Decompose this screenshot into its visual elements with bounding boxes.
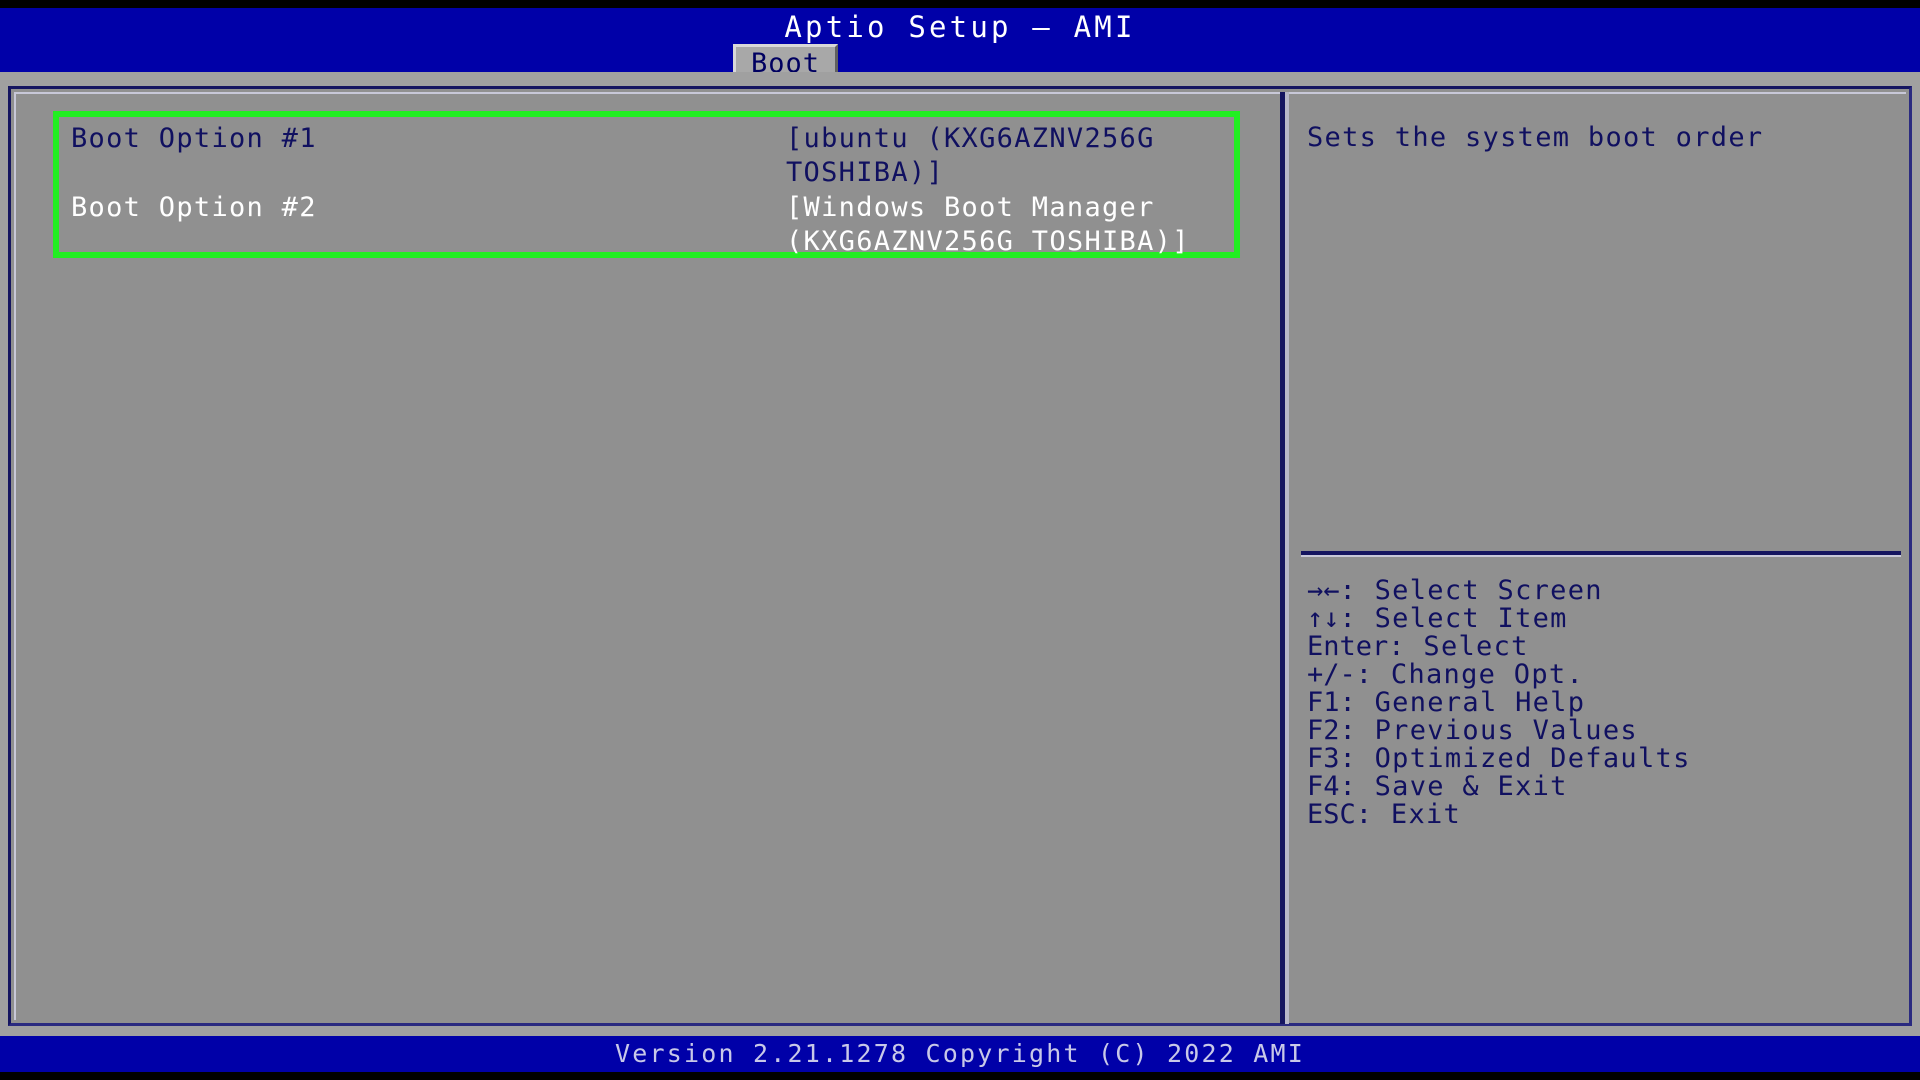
legend-key-f4: F4 xyxy=(1307,771,1340,802)
legend-key-f2: F2 xyxy=(1307,715,1340,746)
legend-label-change-opt: : Change Opt. xyxy=(1355,659,1585,690)
legend-key-enter: Enter xyxy=(1307,631,1389,662)
legend-row-enter: Enter: Select xyxy=(1307,633,1907,661)
legend-key-plus-minus: +/- xyxy=(1307,659,1356,690)
legend-label-select-screen: : Select Screen xyxy=(1339,575,1603,606)
content-frame: Boot Option #1 [ubuntu (KXG6AZNV256G TOS… xyxy=(8,86,1912,1026)
bios-setup-screen: Aptio Setup – AMI Boot Boot Option #1 [u… xyxy=(0,0,1920,1080)
legend-label-save-exit: : Save & Exit xyxy=(1339,771,1568,802)
legend-row-select-screen: →←: Select Screen xyxy=(1307,577,1907,605)
arrow-up-down-icon: ↑↓ xyxy=(1307,603,1340,634)
legend-key-esc: ESC xyxy=(1307,799,1356,830)
help-panel-divider xyxy=(1301,551,1901,557)
legend-label-optimized-defaults: : Optimized Defaults xyxy=(1339,743,1691,774)
boot-option-row-2[interactable]: Boot Option #2 [Windows Boot Manager (KX… xyxy=(16,191,1278,259)
help-panel: Sets the system boot order →←: Select Sc… xyxy=(1293,94,1909,1022)
legend-key-f1: F1 xyxy=(1307,687,1340,718)
legend-row-general-help: F1: General Help xyxy=(1307,689,1907,717)
boot-option-2-value[interactable]: [Windows Boot Manager (KXG6AZNV256G TOSH… xyxy=(786,191,1256,259)
help-description: Sets the system boot order xyxy=(1307,122,1764,153)
boot-options-panel: Boot Option #1 [ubuntu (KXG6AZNV256G TOS… xyxy=(16,94,1278,1022)
legend-row-select-item: ↑↓: Select Item xyxy=(1307,605,1907,633)
legend-label-general-help: : General Help xyxy=(1339,687,1586,718)
legend-label-previous-values: : Previous Values xyxy=(1339,715,1638,746)
boot-option-2-label: Boot Option #2 xyxy=(71,192,317,223)
bottom-black-border xyxy=(0,1072,1920,1080)
main-area: Boot Option #1 [ubuntu (KXG6AZNV256G TOS… xyxy=(0,72,1920,1036)
footer-bar: Version 2.21.1278 Copyright (C) 2022 AMI xyxy=(0,1036,1920,1072)
top-black-border xyxy=(0,0,1920,8)
legend-key-f3: F3 xyxy=(1307,743,1340,774)
legend-label-select-item: : Select Item xyxy=(1339,603,1568,634)
key-legend: →←: Select Screen ↑↓: Select Item Enter:… xyxy=(1307,577,1907,829)
boot-option-1-label: Boot Option #1 xyxy=(71,123,317,154)
legend-label-enter: : Select xyxy=(1388,631,1529,662)
legend-row-change-opt: +/-: Change Opt. xyxy=(1307,661,1907,689)
legend-row-exit: ESC: Exit xyxy=(1307,801,1907,829)
legend-label-exit: : Exit xyxy=(1355,799,1462,830)
version-text: Version 2.21.1278 Copyright (C) 2022 AMI xyxy=(614,1039,1306,1068)
panel-divider xyxy=(1280,92,1289,1024)
boot-option-1-value[interactable]: [ubuntu (KXG6AZNV256G TOSHIBA)] xyxy=(786,122,1256,190)
legend-row-previous-values: F2: Previous Values xyxy=(1307,717,1907,745)
arrow-left-right-icon: →← xyxy=(1307,575,1340,606)
legend-row-save-exit: F4: Save & Exit xyxy=(1307,773,1907,801)
page-title: Aptio Setup – AMI xyxy=(784,10,1136,44)
header-bar: Aptio Setup – AMI Boot xyxy=(0,8,1920,80)
legend-row-optimized-defaults: F3: Optimized Defaults xyxy=(1307,745,1907,773)
boot-option-row-1[interactable]: Boot Option #1 [ubuntu (KXG6AZNV256G TOS… xyxy=(16,122,1278,190)
